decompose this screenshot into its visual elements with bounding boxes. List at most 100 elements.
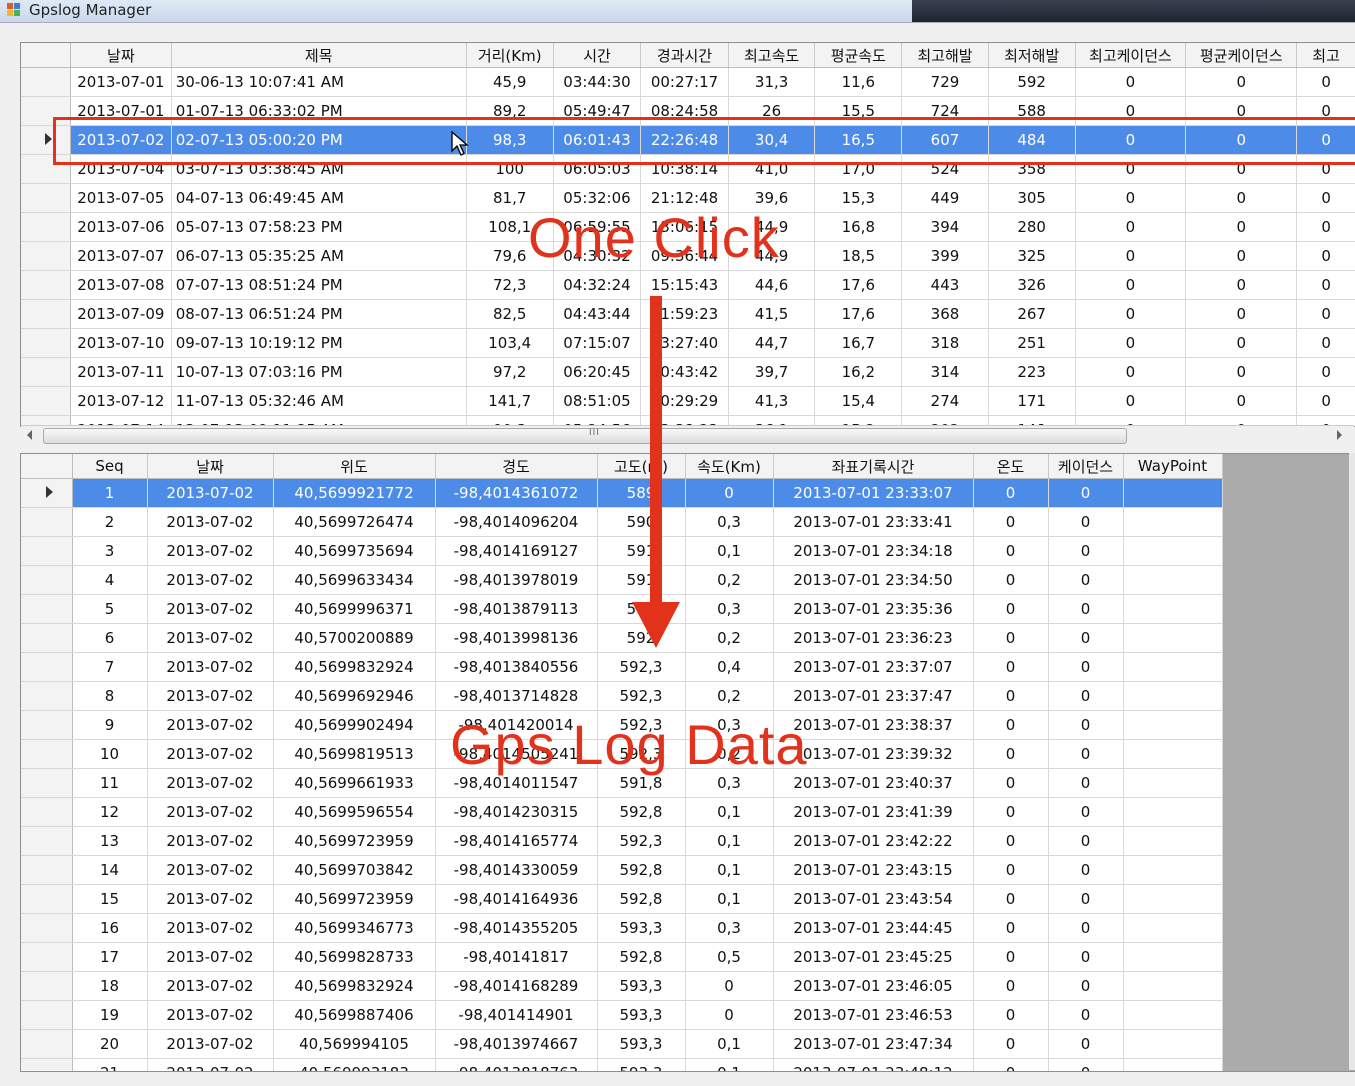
table-row[interactable]: 6 2013-07-02 40,5700200889 -98,4013998136 59… (21, 623, 1223, 653)
cell-날짜[interactable]: 2013-07-02 (147, 507, 274, 537)
row-header[interactable] (21, 328, 71, 358)
row-header[interactable] (21, 183, 71, 213)
row-header[interactable] (21, 710, 73, 740)
cell-날짜[interactable]: 2013-07-02 (147, 855, 274, 885)
column-header-1[interactable]: 제목 (171, 43, 467, 68)
cell-seq[interactable]: 2 (72, 507, 148, 537)
cell-평균속도[interactable]: 16,7 (814, 328, 903, 358)
table-row[interactable]: 2013-07-09 08-07-13 06:51:24 PM 82,5 04:43:… (21, 299, 1355, 329)
cell-온도[interactable]: 0 (973, 565, 1049, 595)
cell-속도-km[interactable]: 0,2 (685, 623, 774, 653)
table-row[interactable]: 16 2013-07-02 40,5699346773 -98,4014355205 5… (21, 913, 1223, 943)
cell-온도[interactable]: 0 (973, 855, 1049, 885)
cell-평균케이던스[interactable]: 0 (1185, 386, 1298, 416)
cell-waypoint[interactable] (1123, 594, 1223, 624)
cell-최저해발[interactable]: 592 (988, 67, 1076, 97)
cell-최고케이던스[interactable]: 0 (1075, 183, 1187, 213)
cell-날짜[interactable]: 2013-07-02 (147, 565, 274, 595)
cell-온도[interactable]: 0 (973, 1029, 1049, 1059)
cell-최고해발[interactable]: 399 (901, 241, 989, 271)
column-header-9[interactable]: 최고케이던스 (1075, 43, 1187, 68)
cell-고도-m[interactable]: 592,3 (597, 681, 686, 711)
row-header[interactable] (21, 855, 73, 885)
cell-제목[interactable]: 05-07-13 07:58:23 PM (171, 212, 467, 242)
cell-날짜[interactable]: 2013-07-07 (70, 241, 172, 271)
cell-거리-km[interactable]: 97,2 (466, 357, 554, 387)
column-header-5[interactable]: 최고속도 (728, 43, 816, 68)
cell-최고케이던스[interactable]: 0 (1075, 386, 1187, 416)
cell-온도[interactable]: 0 (973, 681, 1049, 711)
cell-최고속도[interactable]: 44,6 (728, 270, 816, 300)
cell-waypoint[interactable] (1123, 652, 1223, 682)
cell-평균속도[interactable]: 16,8 (814, 212, 903, 242)
row-header[interactable] (21, 768, 73, 798)
cell-위도[interactable]: 40,5699996371 (273, 594, 436, 624)
cell-온도[interactable]: 0 (973, 797, 1049, 827)
cell-경과시간[interactable]: 00:27:17 (640, 67, 729, 97)
cell-최고[interactable]: 0 (1296, 328, 1355, 358)
cell-날짜[interactable]: 2013-07-10 (70, 328, 172, 358)
cell-waypoint[interactable] (1123, 797, 1223, 827)
row-header[interactable] (21, 1058, 73, 1071)
cell-제목[interactable]: 09-07-13 10:19:12 PM (171, 328, 467, 358)
cell-최고속도[interactable]: 41,5 (728, 299, 816, 329)
cell-seq[interactable]: 20 (72, 1029, 148, 1059)
cell-최저해발[interactable]: 305 (988, 183, 1076, 213)
cell-waypoint[interactable] (1123, 565, 1223, 595)
row-header[interactable] (21, 1000, 73, 1030)
row-header[interactable] (21, 565, 73, 595)
cell-제목[interactable]: 06-07-13 05:35:25 AM (171, 241, 467, 271)
row-header[interactable] (21, 826, 73, 856)
cell-waypoint[interactable] (1123, 884, 1223, 914)
cell-속도-km[interactable]: 0,1 (685, 1058, 774, 1071)
cell-최고[interactable]: 0 (1296, 183, 1355, 213)
cell-seq[interactable]: 21 (72, 1058, 148, 1071)
cell-waypoint[interactable] (1123, 710, 1223, 740)
column-header-6[interactable]: 좌표기록시간 (773, 454, 974, 479)
cell-waypoint[interactable] (1123, 826, 1223, 856)
cell-온도[interactable]: 0 (973, 1058, 1049, 1071)
cell-고도-m[interactable]: 593,3 (597, 971, 686, 1001)
cell-케이던스[interactable]: 0 (1048, 913, 1124, 943)
cell-케이던스[interactable]: 0 (1048, 884, 1124, 914)
cell-최고케이던스[interactable]: 0 (1075, 328, 1187, 358)
cell-고도-m[interactable]: 592,3 (597, 826, 686, 856)
summary-horizontal-scrollbar[interactable]: III (21, 425, 1354, 445)
cell-시간[interactable]: 06:20:45 (553, 357, 642, 387)
cell-평균케이던스[interactable]: 0 (1185, 299, 1298, 329)
cell-고도-m[interactable]: 593,3 (597, 1029, 686, 1059)
cell-날짜[interactable]: 2013-07-12 (70, 386, 172, 416)
cell-거리-km[interactable]: 82,5 (466, 299, 554, 329)
cell-경도[interactable]: -98,4013714828 (435, 681, 598, 711)
table-row[interactable]: 13 2013-07-02 40,5699723959 -98,4014165774 5… (21, 826, 1223, 856)
cell-날짜[interactable]: 2013-07-11 (70, 357, 172, 387)
cell-케이던스[interactable]: 0 (1048, 739, 1124, 769)
cell-날짜[interactable]: 2013-07-01 (70, 67, 172, 97)
cell-날짜[interactable]: 2013-07-05 (70, 183, 172, 213)
cell-시간[interactable]: 08:51:05 (553, 386, 642, 416)
cell-seq[interactable]: 17 (72, 942, 148, 972)
cell-날짜[interactable]: 2013-07-02 (147, 1000, 274, 1030)
cell-최고[interactable]: 0 (1296, 357, 1355, 387)
cell-날짜[interactable]: 2013-07-02 (147, 710, 274, 740)
cell-속도-km[interactable]: 0,1 (685, 536, 774, 566)
cell-최고케이던스[interactable]: 0 (1075, 241, 1187, 271)
cell-위도[interactable]: 40,569994105 (273, 1029, 436, 1059)
cell-속도-km[interactable]: 0,3 (685, 594, 774, 624)
cell-케이던스[interactable]: 0 (1048, 652, 1124, 682)
cell-고도-m[interactable]: 592,8 (597, 884, 686, 914)
cell-좌표기록시간[interactable]: 2013-07-01 23:46:05 (773, 971, 974, 1001)
cell-위도[interactable]: 40,5700200889 (273, 623, 436, 653)
cell-최저해발[interactable]: 280 (988, 212, 1076, 242)
cell-최고해발[interactable]: 449 (901, 183, 989, 213)
cell-최고[interactable]: 0 (1296, 67, 1355, 97)
cell-거리-km[interactable]: 45,9 (466, 67, 554, 97)
cell-seq[interactable]: 10 (72, 739, 148, 769)
cell-경도[interactable]: -98,4014168289 (435, 971, 598, 1001)
cell-케이던스[interactable]: 0 (1048, 971, 1124, 1001)
cell-온도[interactable]: 0 (973, 507, 1049, 537)
cell-제목[interactable]: 08-07-13 06:51:24 PM (171, 299, 467, 329)
column-header-8[interactable]: 케이던스 (1048, 454, 1124, 479)
cell-위도[interactable]: 40,569993183 (273, 1058, 436, 1071)
cell-날짜[interactable]: 2013-07-02 (147, 478, 274, 508)
